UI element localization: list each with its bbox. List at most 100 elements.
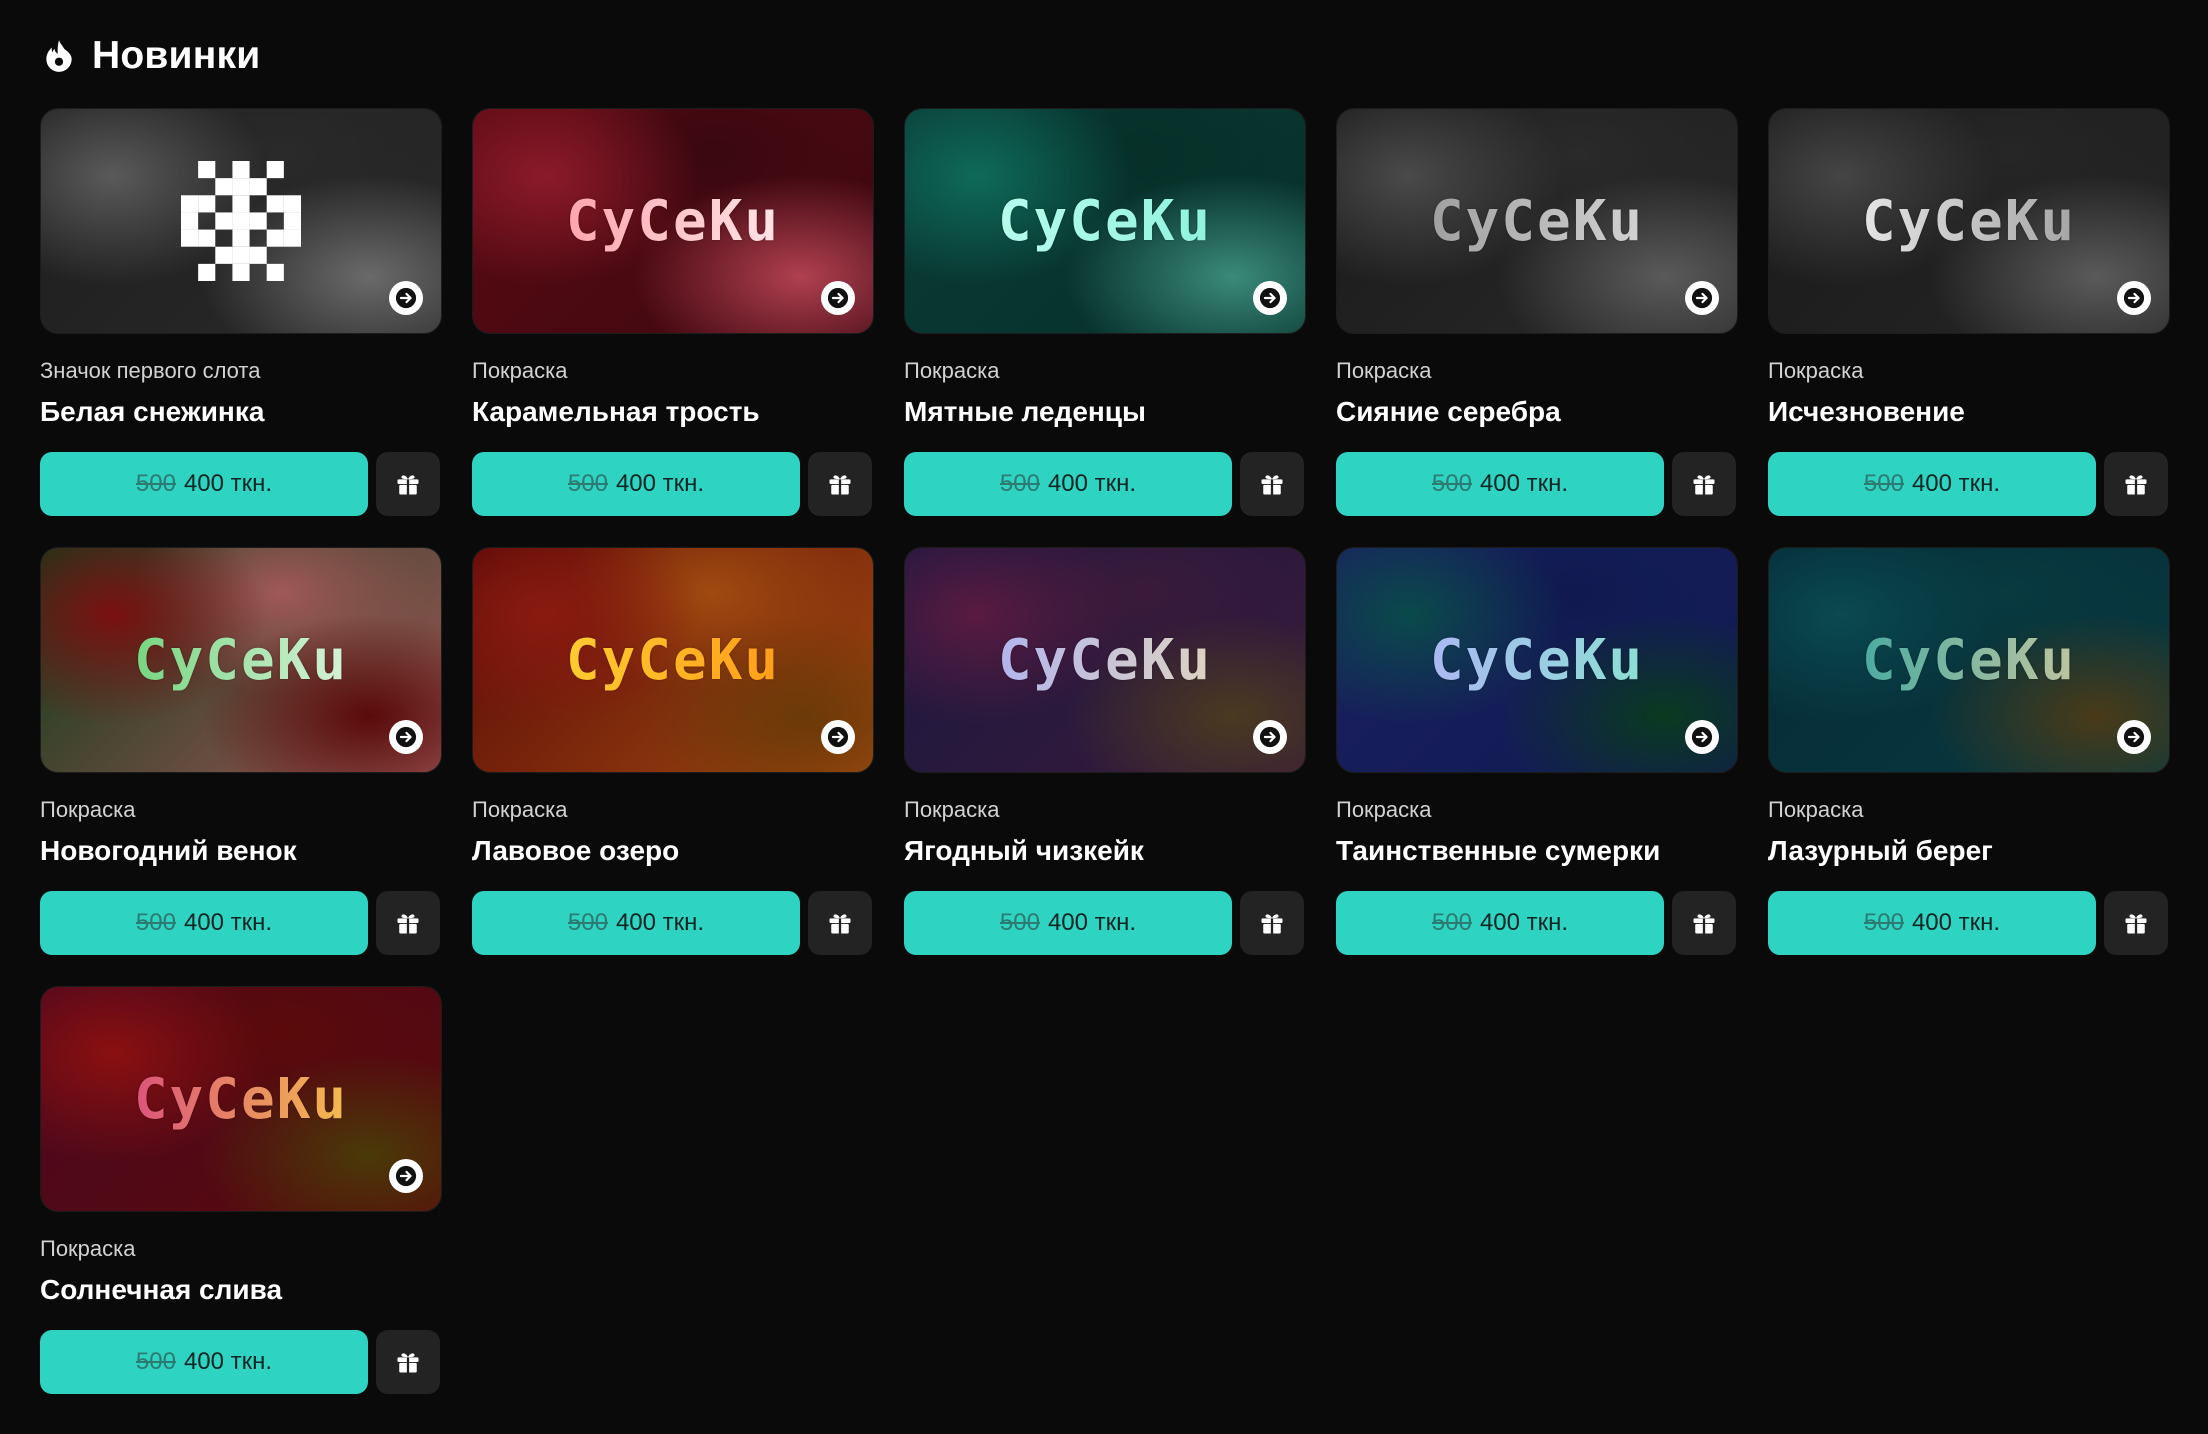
brand-preview-text: CyCeKu — [473, 191, 873, 253]
item-banner[interactable] — [40, 108, 442, 334]
arrow-right-icon — [2123, 287, 2145, 309]
buy-button[interactable]: 500 400 ткн. — [472, 891, 800, 955]
gift-button[interactable] — [376, 891, 440, 955]
item-category: Покраска — [472, 358, 568, 383]
buy-button[interactable]: 500 400 ткн. — [904, 891, 1232, 955]
open-item-button[interactable] — [1685, 720, 1719, 754]
item-name: Ягодный чизкейк — [904, 835, 1144, 866]
item-category: Значок первого слота — [40, 358, 261, 383]
item-banner[interactable]: CyCeKu — [904, 547, 1306, 773]
old-price: 500 — [135, 909, 176, 936]
item-banner[interactable]: CyCeKu — [472, 547, 874, 773]
old-price: 500 — [567, 470, 608, 497]
item-banner[interactable]: CyCeKu — [1768, 108, 2170, 334]
buy-button[interactable]: 500 400 ткн. — [1768, 891, 2096, 955]
gift-icon — [1261, 475, 1283, 495]
item-card: CyCeKu Покраска Лазурный берег 500 400 т… — [1768, 547, 2170, 958]
gift-button[interactable] — [808, 452, 872, 516]
open-item-button[interactable] — [389, 720, 423, 754]
item-banner[interactable]: CyCeKu — [40, 547, 442, 773]
item-banner[interactable]: CyCeKu — [1336, 547, 1738, 773]
new-price: 400 ткн. — [1911, 470, 2001, 497]
gift-button[interactable] — [808, 891, 872, 955]
open-item-button[interactable] — [2117, 720, 2151, 754]
item-category: Покраска — [40, 797, 136, 822]
open-item-button[interactable] — [1685, 281, 1719, 315]
arrow-right-icon — [827, 726, 849, 748]
item-banner[interactable]: CyCeKu — [40, 986, 442, 1212]
item-banner[interactable]: CyCeKu — [1768, 547, 2170, 773]
arrow-right-icon — [1691, 726, 1713, 748]
snowflake-pixel — [266, 263, 284, 281]
brand-preview-text: CyCeKu — [41, 630, 441, 692]
old-price: 500 — [1431, 470, 1472, 497]
item-category: Покраска — [904, 358, 1000, 383]
gift-button[interactable] — [2104, 452, 2168, 516]
new-price: 400 ткн. — [615, 909, 705, 936]
snowflake-pixel — [215, 246, 233, 264]
buy-button[interactable]: 500 400 ткн. — [1768, 452, 2096, 516]
open-item-button[interactable] — [389, 1159, 423, 1193]
brand-preview-text: CyCeKu — [905, 191, 1305, 253]
arrow-right-icon — [1259, 726, 1281, 748]
gift-button[interactable] — [1672, 891, 1736, 955]
buy-button[interactable]: 500 400 ткн. — [40, 452, 368, 516]
item-banner[interactable]: CyCeKu — [472, 108, 874, 334]
old-price: 500 — [1863, 909, 1904, 936]
gift-button[interactable] — [1672, 452, 1736, 516]
snowflake-pixel — [198, 263, 216, 281]
gift-icon — [397, 914, 419, 934]
snowflake-pixel — [232, 178, 250, 196]
gift-button[interactable] — [2104, 891, 2168, 955]
brand-preview-text: CyCeKu — [1769, 630, 2169, 692]
open-item-button[interactable] — [821, 720, 855, 754]
snowflake-pixel — [232, 229, 250, 247]
brand-preview-text: CyCeKu — [1769, 191, 2169, 253]
gift-button[interactable] — [376, 452, 440, 516]
item-card: CyCeKu Покраска Карамельная трость 500 4… — [472, 108, 874, 519]
item-card: CyCeKu Покраска Солнечная слива 500 400 … — [40, 986, 442, 1397]
open-item-button[interactable] — [389, 281, 423, 315]
snowflake-pixel — [181, 212, 199, 230]
arrow-right-icon — [827, 287, 849, 309]
snowflake-pixel — [249, 178, 267, 196]
arrow-right-icon — [2123, 726, 2145, 748]
arrow-right-icon — [395, 726, 417, 748]
snowflake-pixel — [232, 212, 250, 230]
arrow-right-icon — [1691, 287, 1713, 309]
buy-button[interactable]: 500 400 ткн. — [40, 1330, 368, 1394]
old-price: 500 — [1863, 470, 1904, 497]
snowflake-pixel — [181, 229, 199, 247]
item-category: Покраска — [1336, 797, 1432, 822]
open-item-button[interactable] — [2117, 281, 2151, 315]
snowflake-pixel — [198, 229, 216, 247]
item-banner[interactable]: CyCeKu — [1336, 108, 1738, 334]
snowflake-icon — [181, 161, 301, 281]
open-item-button[interactable] — [1253, 720, 1287, 754]
buy-button[interactable]: 500 400 ткн. — [1336, 452, 1664, 516]
snowflake-pixel — [283, 212, 301, 230]
snowflake-pixel — [215, 212, 233, 230]
item-card: CyCeKu Покраска Ягодный чизкейк 500 400 … — [904, 547, 1306, 958]
flame-icon — [46, 40, 72, 72]
snowflake-pixel — [198, 195, 216, 213]
item-card: CyCeKu Покраска Мятные леденцы 500 400 т… — [904, 108, 1306, 519]
snowflake-pixel — [249, 212, 267, 230]
gift-button[interactable] — [376, 1330, 440, 1394]
new-price: 400 ткн. — [1047, 470, 1137, 497]
gift-button[interactable] — [1240, 452, 1304, 516]
item-banner[interactable]: CyCeKu — [904, 108, 1306, 334]
brand-preview-text: CyCeKu — [473, 630, 873, 692]
buy-button[interactable]: 500 400 ткн. — [1336, 891, 1664, 955]
snowflake-pixel — [215, 178, 233, 196]
item-name: Лавовое озеро — [472, 835, 680, 866]
open-item-button[interactable] — [1253, 281, 1287, 315]
buy-button[interactable]: 500 400 ткн. — [40, 891, 368, 955]
buy-button[interactable]: 500 400 ткн. — [472, 452, 800, 516]
gift-button[interactable] — [1240, 891, 1304, 955]
old-price: 500 — [1431, 909, 1472, 936]
item-name: Сияние серебра — [1336, 396, 1561, 427]
item-name: Новогодний венок — [40, 835, 297, 866]
buy-button[interactable]: 500 400 ткн. — [904, 452, 1232, 516]
open-item-button[interactable] — [821, 281, 855, 315]
